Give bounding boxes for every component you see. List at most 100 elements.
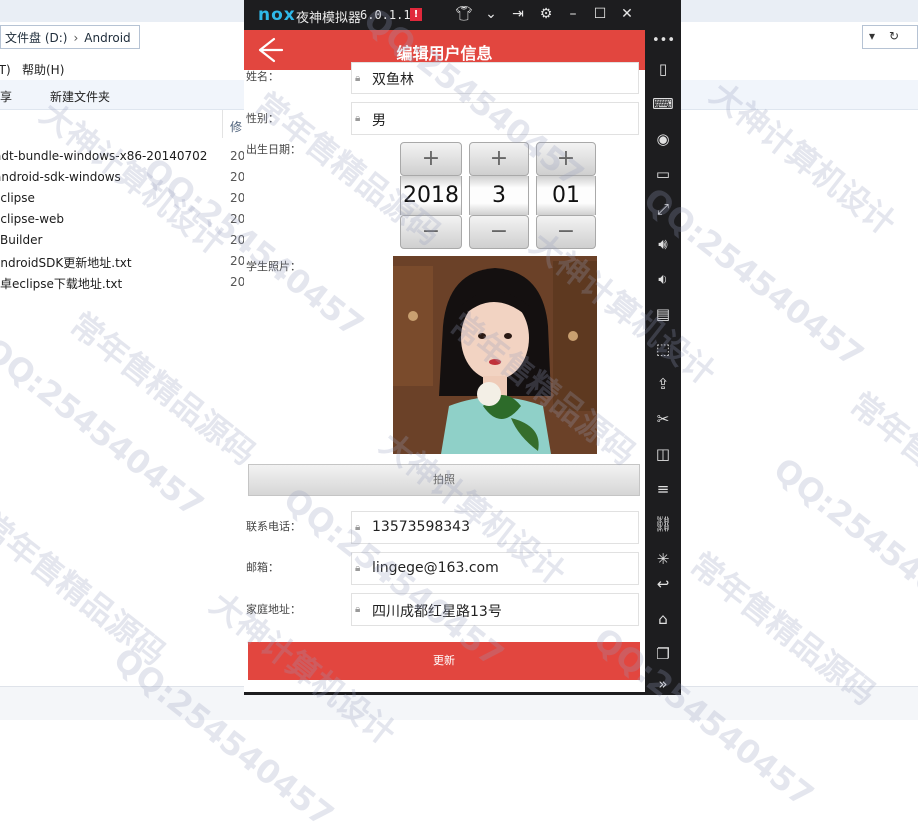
list-item[interactable]: android-sdk-windows 20 (0, 168, 245, 189)
email-input[interactable]: 🔒︎ lingege@163.com (351, 552, 639, 585)
volume-up-icon[interactable]: 🔊︎ (652, 233, 674, 255)
day-increment-button[interactable]: + (536, 142, 596, 176)
toolbox-icon[interactable]: ▤ (652, 303, 674, 325)
menu-bar: 工具(T) 帮助(H) (0, 58, 240, 80)
month-value[interactable]: 3 (469, 176, 529, 215)
year-increment-button[interactable]: + (400, 142, 462, 176)
file-date: 20 (230, 212, 246, 226)
expand-icon[interactable]: » (652, 673, 674, 695)
file-name: adt-bundle-windows-x86-20140702 (0, 149, 208, 163)
year-value[interactable]: 2018 (400, 176, 462, 215)
refresh-icon[interactable]: ↻ (889, 29, 899, 43)
nox-version: 6.0.1.1 (360, 8, 411, 22)
shirt-icon[interactable]: 👕︎ (454, 6, 474, 22)
phone-value: 13573598343 (372, 519, 470, 535)
file-date: 20 (230, 233, 246, 247)
breadcrumb-chevron-icon: › (73, 31, 79, 45)
list-item[interactable]: 安卓eclipse下载地址.txt 20 (0, 273, 245, 294)
address-bar[interactable]: 文件盘 (D:) › Android (0, 25, 140, 49)
gender-value: 男 (372, 113, 386, 129)
list-item[interactable]: adt-bundle-windows-x86-20140702 20 (0, 147, 245, 168)
lock-icon: 🔒︎ (355, 113, 361, 124)
breadcrumb-drive[interactable]: 文件盘 (D:) (5, 31, 67, 45)
month-increment-button[interactable]: + (469, 142, 529, 176)
keyboard-icon[interactable]: ⌨ (652, 93, 674, 115)
day-picker: + 01 − (536, 142, 596, 249)
name-value: 双鱼林 (372, 72, 414, 88)
list-item[interactable]: Builder 20 (0, 231, 245, 252)
name-input[interactable]: 🔒︎ 双鱼林 (351, 62, 639, 94)
link-icon[interactable]: ⛓ (652, 513, 674, 535)
breadcrumb-folder[interactable]: Android (84, 31, 130, 45)
phone-label: 联系电话： (246, 520, 301, 533)
phone-input[interactable]: 🔒︎ 13573598343 (351, 511, 639, 544)
menu-help[interactable]: 帮助(H) (22, 61, 64, 78)
nox-titlebar[interactable]: nox 夜神模拟器 6.0.1.1 ! 👕︎ ⌄ ⇥ ⚙ – ☐ ✕ (244, 0, 681, 30)
pin-icon[interactable]: ⇥ (508, 6, 528, 22)
list-item[interactable]: androidSDK更新地址.txt 20 (0, 252, 245, 273)
file-name: eclipse-web (0, 212, 65, 226)
day-value[interactable]: 01 (536, 176, 596, 215)
menu-tools[interactable]: 工具(T) (0, 61, 11, 78)
student-photo[interactable] (393, 256, 597, 454)
shake-icon[interactable]: ▯ (652, 58, 674, 80)
nox-sidebar: ••• ▯ ⌨ ◉ ▭ ⤢ 🔊︎ 🔉︎ ▤ ⬚ ⇪ ✂ ◫ ≡ ⛓ ✳ ↩ ⌂ … (645, 30, 681, 695)
column-modified[interactable]: 修 (230, 118, 242, 135)
screenshot-icon[interactable]: ⬚ (652, 338, 674, 360)
file-name: androidSDK更新地址.txt (0, 256, 132, 270)
file-date: 20 (230, 191, 246, 205)
take-photo-button[interactable]: 拍照 (248, 464, 640, 496)
address-bar-controls: ▾ ↻ (862, 25, 918, 49)
new-folder-button[interactable]: 新建文件夹 (50, 88, 110, 105)
file-name: Builder (0, 233, 43, 247)
student-photo-image (393, 256, 597, 454)
address-input[interactable]: 🔒︎ 四川成都红星路13号 (351, 593, 639, 626)
location-icon[interactable]: ◉ (652, 128, 674, 150)
android-screen: 编辑用户信息 姓名： 🔒︎ 双鱼林 性别： 🔒︎ 男 出生日期： + 2018 … (244, 30, 645, 692)
page-title: 编辑用户信息 (396, 44, 493, 63)
photo-label: 学生照片： (246, 260, 301, 273)
nox-logo: nox (258, 5, 296, 25)
menu-icon[interactable]: ≡ (652, 478, 674, 500)
more-icon[interactable]: ••• (652, 30, 675, 52)
lock-icon: 🔒︎ (355, 522, 361, 533)
gear-icon[interactable]: ⚙ (536, 6, 556, 22)
volume-down-icon[interactable]: 🔉︎ (652, 268, 674, 290)
list-item[interactable]: eclipse-web 20 (0, 210, 245, 231)
name-label: 姓名： (246, 70, 279, 83)
gender-input[interactable]: 🔒︎ 男 (351, 102, 639, 135)
apk-icon[interactable]: ⇪ (652, 373, 674, 395)
scissors-icon[interactable]: ✂ (652, 408, 674, 430)
back-icon[interactable]: ↩ (652, 573, 674, 595)
list-item[interactable]: eclipse 20 (0, 189, 245, 210)
lock-icon: 🔒︎ (355, 563, 361, 574)
fullscreen-icon[interactable]: ⤢ (652, 198, 674, 220)
notice-badge[interactable]: ! (410, 8, 422, 21)
loading-icon[interactable]: ✳ (652, 548, 674, 570)
screen-icon[interactable]: ▭ (652, 163, 674, 185)
file-name: android-sdk-windows (0, 170, 121, 184)
gender-label: 性别： (246, 112, 279, 125)
minimize-icon[interactable]: – (563, 6, 583, 22)
dropdown-icon[interactable]: ▾ (869, 29, 875, 43)
file-date: 20 (230, 254, 246, 268)
day-decrement-button[interactable]: − (536, 215, 596, 249)
chevron-down-icon[interactable]: ⌄ (481, 6, 501, 22)
update-button[interactable]: 更新 (248, 642, 640, 680)
maximize-icon[interactable]: ☐ (590, 6, 610, 22)
address-value: 四川成都红星路13号 (372, 604, 502, 620)
multi-instance-icon[interactable]: ◫ (652, 443, 674, 465)
file-name: 安卓eclipse下载地址.txt (0, 277, 123, 291)
year-decrement-button[interactable]: − (400, 215, 462, 249)
file-name: eclipse (0, 191, 35, 205)
month-decrement-button[interactable]: − (469, 215, 529, 249)
file-date: 20 (230, 149, 246, 163)
email-value: lingege@163.com (372, 560, 499, 576)
close-icon[interactable]: ✕ (617, 6, 637, 22)
share-button[interactable]: 共享 (0, 88, 12, 105)
column-header: 修 (0, 110, 242, 138)
home-icon[interactable]: ⌂ (652, 608, 674, 630)
lock-icon: 🔒︎ (355, 604, 361, 615)
birth-label: 出生日期： (246, 143, 301, 156)
recent-apps-icon[interactable]: ❐ (652, 643, 674, 665)
